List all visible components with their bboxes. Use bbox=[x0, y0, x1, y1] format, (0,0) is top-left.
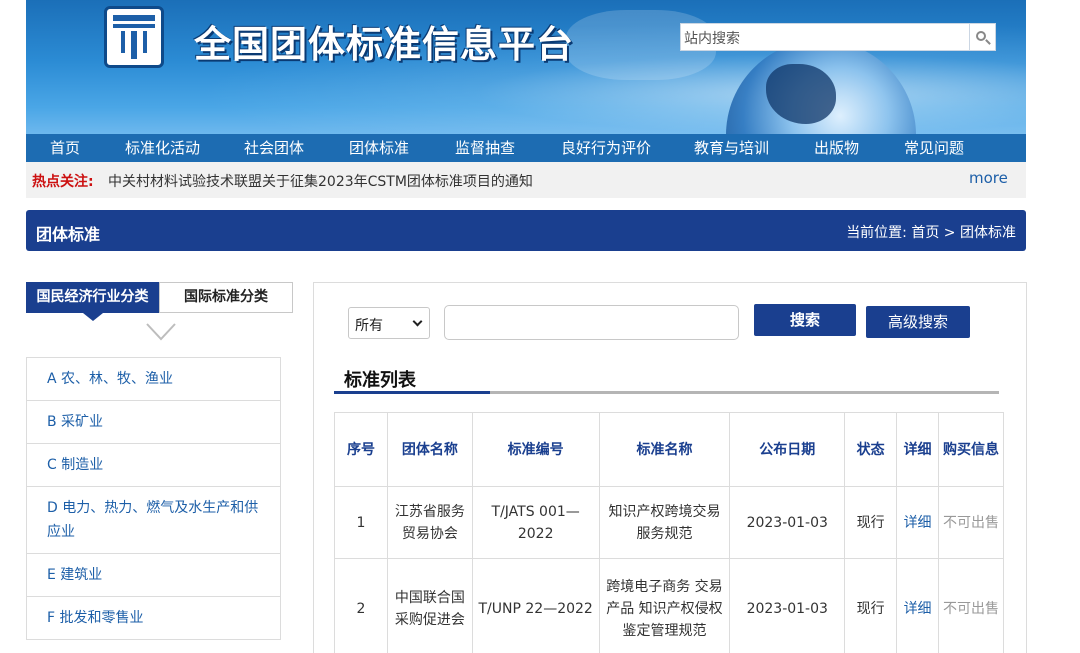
cell-code: T/JATS 001—2022 bbox=[471, 486, 600, 559]
table-row: 2 中国联合国采购促进会 T/UNP 22—2022 跨境电子商务 交易产品 知… bbox=[334, 558, 1004, 653]
detail-link[interactable]: 详细 bbox=[896, 558, 940, 653]
site-logo-icon[interactable] bbox=[104, 6, 164, 68]
standards-table: 序号 团体名称 标准编号 标准名称 公布日期 状态 详细 购买信息 1 江苏省服… bbox=[334, 412, 1004, 653]
breadcrumb: 当前位置: 首页 > 团体标准 bbox=[846, 225, 1016, 241]
cell-org: 中国联合国采购促进会 bbox=[386, 558, 473, 653]
header-banner: 全国团体标准信息平台 站内搜索 bbox=[26, 0, 1026, 134]
cell-status: 现行 bbox=[844, 486, 898, 559]
detail-link[interactable]: 详细 bbox=[896, 486, 940, 559]
site-title: 全国团体标准信息平台 bbox=[194, 23, 574, 66]
list-divider-accent bbox=[334, 391, 490, 394]
category-item-c[interactable]: C 制造业 bbox=[26, 444, 281, 487]
table-row: 1 江苏省服务贸易协会 T/JATS 001—2022 知识产权跨境交易服务规范… bbox=[334, 486, 1004, 559]
cell-name[interactable]: 跨境电子商务 交易产品 知识产权侵权鉴定管理规范 bbox=[598, 558, 731, 653]
cell-name[interactable]: 知识产权跨境交易服务规范 bbox=[598, 486, 731, 559]
cell-code: T/UNP 22—2022 bbox=[471, 558, 600, 653]
nav-item-supervision[interactable]: 监督抽查 bbox=[455, 134, 515, 162]
site-search-button[interactable] bbox=[970, 23, 996, 51]
category-item-d[interactable]: D 电力、热力、燃气及水生产和供应业 bbox=[26, 487, 281, 554]
select-arrow-icon bbox=[412, 316, 423, 327]
category-item-f[interactable]: F 批发和零售业 bbox=[26, 597, 281, 640]
nav-item-publications[interactable]: 出版物 bbox=[814, 134, 859, 162]
col-header-date: 公布日期 bbox=[729, 412, 846, 487]
main-nav: 首页 标准化活动 社会团体 团体标准 监督抽查 良好行为评价 教育与培训 出版物… bbox=[26, 134, 1026, 162]
cell-date: 2023-01-03 bbox=[729, 558, 846, 653]
scope-select[interactable]: 所有 bbox=[348, 307, 430, 339]
list-title: 标准列表 bbox=[344, 370, 416, 391]
cell-date: 2023-01-03 bbox=[729, 486, 846, 559]
cell-buy: 不可出售 bbox=[938, 558, 1004, 653]
col-header-buy: 购买信息 bbox=[938, 412, 1004, 487]
nav-item-faq[interactable]: 常见问题 bbox=[904, 134, 964, 162]
category-list: A 农、林、牧、渔业 B 采矿业 C 制造业 D 电力、热力、燃气及水生产和供应… bbox=[26, 357, 281, 640]
col-header-code: 标准编号 bbox=[471, 412, 600, 487]
cell-no: 1 bbox=[334, 486, 388, 559]
tab-industry-classification[interactable]: 国民经济行业分类 bbox=[26, 282, 159, 321]
col-header-detail: 详细 bbox=[896, 412, 940, 487]
category-item-b[interactable]: B 采矿业 bbox=[26, 401, 281, 444]
cell-buy: 不可出售 bbox=[938, 486, 1004, 559]
col-header-status: 状态 bbox=[844, 412, 898, 487]
cell-no: 2 bbox=[334, 558, 388, 653]
col-header-name: 标准名称 bbox=[598, 412, 731, 487]
category-item-a[interactable]: A 农、林、牧、渔业 bbox=[26, 357, 281, 401]
section-header: 团体标准 当前位置: 首页 > 团体标准 bbox=[26, 210, 1026, 251]
chevron-down-icon[interactable] bbox=[146, 322, 176, 342]
section-title: 团体标准 bbox=[36, 225, 101, 244]
nav-item-home[interactable]: 首页 bbox=[50, 134, 80, 162]
search-button[interactable]: 搜索 bbox=[754, 304, 856, 336]
nav-item-group-standards[interactable]: 团体标准 bbox=[349, 134, 409, 162]
keyword-input[interactable] bbox=[444, 305, 739, 340]
hot-focus-bar: 热点关注: 中关村材料试验技术联盟关于征集2023年CSTM团体标准项目的通知 … bbox=[26, 162, 1026, 198]
tab-international-classification[interactable]: 国际标准分类 bbox=[159, 282, 293, 313]
nav-item-social-groups[interactable]: 社会团体 bbox=[244, 134, 304, 162]
site-search-input[interactable]: 站内搜索 bbox=[680, 23, 970, 51]
tab-caret-icon bbox=[83, 313, 103, 321]
hot-focus-label: 热点关注: bbox=[32, 174, 94, 190]
category-item-e[interactable]: E 建筑业 bbox=[26, 554, 281, 597]
col-header-org: 团体名称 bbox=[386, 412, 473, 487]
scope-select-value: 所有 bbox=[355, 318, 383, 334]
cell-status: 现行 bbox=[844, 558, 898, 653]
page: 全国团体标准信息平台 站内搜索 首页 标准化活动 社会团体 团体标准 监督抽查 … bbox=[0, 0, 1080, 653]
nav-item-standardization[interactable]: 标准化活动 bbox=[125, 134, 200, 162]
tab-industry-label: 国民经济行业分类 bbox=[36, 289, 149, 305]
nav-item-good-conduct[interactable]: 良好行为评价 bbox=[561, 134, 651, 162]
cell-org: 江苏省服务贸易协会 bbox=[386, 486, 473, 559]
nav-item-education[interactable]: 教育与培训 bbox=[694, 134, 769, 162]
advanced-search-button[interactable]: 高级搜索 bbox=[866, 306, 970, 338]
more-link[interactable]: more bbox=[969, 169, 1008, 187]
table-header-row: 序号 团体名称 标准编号 标准名称 公布日期 状态 详细 购买信息 bbox=[334, 412, 1004, 487]
col-header-no: 序号 bbox=[334, 412, 388, 487]
hot-news-link[interactable]: 中关村材料试验技术联盟关于征集2023年CSTM团体标准项目的通知 bbox=[108, 171, 533, 191]
